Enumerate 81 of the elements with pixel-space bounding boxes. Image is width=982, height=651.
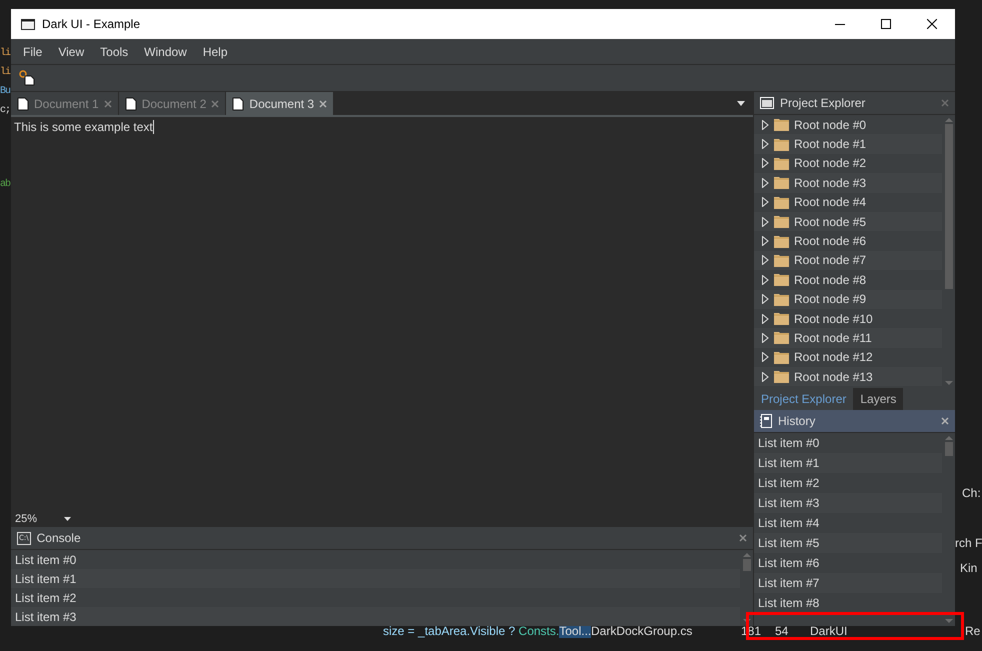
- expander-icon[interactable]: [762, 158, 769, 168]
- expander-icon[interactable]: [762, 178, 769, 188]
- expander-icon[interactable]: [762, 216, 769, 227]
- scrollbar[interactable]: [942, 115, 955, 388]
- tree-node[interactable]: Root node #9: [754, 290, 942, 309]
- expander-icon[interactable]: [762, 314, 769, 324]
- expander-icon[interactable]: [762, 236, 769, 246]
- notebook-icon: [760, 414, 772, 428]
- menu-item[interactable]: View: [50, 42, 92, 62]
- folder-icon: [774, 331, 789, 344]
- folder-icon: [774, 370, 789, 384]
- scrollbar[interactable]: [942, 433, 955, 626]
- code-fragment: li: [0, 66, 10, 80]
- menu-item[interactable]: Help: [194, 42, 236, 62]
- close-icon[interactable]: [927, 19, 937, 29]
- code-fragment: ab: [0, 178, 10, 192]
- folder-icon: [774, 273, 789, 286]
- window-icon: [760, 97, 774, 109]
- folder-icon: [774, 156, 789, 170]
- maximize-icon[interactable]: [881, 19, 891, 29]
- tree-node[interactable]: Root node #4: [754, 192, 942, 212]
- document-tab[interactable]: Document 3: [226, 92, 334, 115]
- panel-header: History: [754, 410, 955, 433]
- new-document-button[interactable]: [17, 68, 37, 88]
- table-cell-text: Re: [965, 624, 982, 638]
- folder-icon: [774, 118, 789, 132]
- list-item[interactable]: List item #1: [11, 569, 740, 588]
- expander-icon[interactable]: [762, 255, 769, 266]
- code-fragment: Bu: [0, 85, 10, 99]
- folder-icon: [774, 312, 789, 326]
- background-text: rch F: [955, 536, 982, 550]
- menu-item[interactable]: File: [15, 42, 50, 62]
- document-icon: [17, 96, 29, 110]
- tree-node[interactable]: Root node #11: [754, 328, 942, 348]
- tree-node[interactable]: Root node #7: [754, 250, 942, 270]
- tree-node[interactable]: Root node #1: [754, 134, 942, 154]
- scroll-down-icon[interactable]: [742, 619, 750, 624]
- folder-icon: [774, 215, 789, 228]
- background-text: Kin: [960, 561, 978, 575]
- code-fragment: li: [0, 46, 10, 61]
- folder-icon: [774, 138, 789, 151]
- project-cell-text: DarkUI: [810, 624, 848, 638]
- folder-icon: [774, 350, 789, 364]
- folder-icon: [774, 176, 789, 190]
- tree-node[interactable]: Root node #5: [754, 212, 942, 232]
- column-cell-text: 54: [775, 624, 790, 638]
- folder-icon: [774, 254, 789, 267]
- menu-item[interactable]: Tools: [92, 42, 136, 62]
- list-item[interactable]: List item #5: [754, 533, 942, 553]
- list-item[interactable]: List item #3: [11, 607, 740, 626]
- list-item[interactable]: List item #3: [754, 493, 942, 513]
- expander-icon[interactable]: [762, 139, 769, 150]
- scrollbar-thumb[interactable]: [742, 559, 750, 571]
- document-icon: [124, 96, 137, 110]
- folder-icon: [774, 196, 789, 209]
- expander-icon[interactable]: [762, 197, 769, 208]
- list-item[interactable]: List item #7: [754, 573, 942, 593]
- document-icon: [232, 96, 244, 110]
- tree-node[interactable]: Root node #13: [754, 367, 942, 386]
- caret-icon[interactable]: [737, 101, 745, 106]
- scrollbar-thumb[interactable]: [944, 124, 952, 289]
- folder-icon: [774, 292, 789, 306]
- code-fragment: c;: [0, 104, 10, 118]
- window-title: Dark UI - Example: [42, 17, 142, 31]
- background-text: Ch:: [962, 486, 981, 500]
- expander-icon[interactable]: [762, 332, 769, 343]
- folder-icon: [774, 234, 789, 248]
- expander-icon[interactable]: [762, 120, 769, 130]
- caret-icon[interactable]: [64, 516, 71, 520]
- expander-icon[interactable]: [762, 352, 769, 362]
- scrollbar-thumb[interactable]: [944, 442, 952, 456]
- tree-node[interactable]: Root node #3: [754, 173, 942, 193]
- text-editor[interactable]: This is some example text: [11, 117, 753, 510]
- expander-icon[interactable]: [762, 274, 769, 285]
- expander-icon[interactable]: [762, 294, 769, 304]
- window-icon: [21, 18, 35, 30]
- list-item[interactable]: List item #1: [754, 453, 942, 473]
- expander-icon[interactable]: [762, 372, 769, 382]
- panel-tab[interactable]: Layers: [853, 388, 904, 410]
- file-cell-text: DarkDockGroup.cs: [591, 624, 694, 638]
- menu-item[interactable]: Window: [136, 42, 195, 62]
